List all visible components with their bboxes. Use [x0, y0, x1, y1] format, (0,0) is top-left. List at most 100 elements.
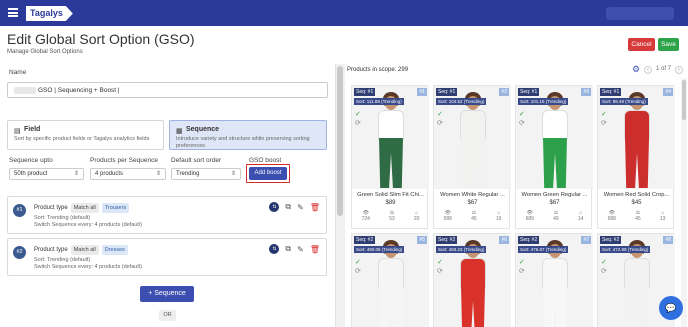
product-image: Seq: #2 #7 Sort: 476.87 (Trending) ✓ ⟳ — [516, 234, 593, 327]
views-count: 588 — [443, 216, 452, 222]
products-in-scope: Products in scope: 299 — [347, 67, 409, 73]
edit-icon[interactable]: ✎ — [297, 245, 304, 254]
user-menu[interactable] — [606, 7, 674, 20]
product-card[interactable]: Seq: #2 #6 Sort: 483.23 (Trending) ✓ ⟳ — [433, 233, 511, 327]
chat-icon[interactable]: 💬 — [659, 296, 683, 320]
name-input[interactable]: GSO | Sequencing + Boost | — [7, 82, 328, 98]
product-stats: 👁 689 ⚖ 49 ⌂ 14 — [516, 210, 593, 222]
copy-icon[interactable]: ⧉ — [285, 244, 291, 254]
sequence-upto-select[interactable]: 50th product ⇕ — [9, 168, 84, 180]
rotate-icon[interactable]: ⟳ — [601, 267, 607, 275]
next-page-button[interactable]: › — [675, 66, 684, 74]
model-bottom — [461, 138, 485, 188]
sequence-tag: Seq: #2 — [600, 236, 622, 244]
match-chip[interactable]: Match all — [70, 245, 99, 255]
type-card-description: Sort by specific product fields or Tagal… — [14, 136, 150, 142]
product-image: Seq: #2 #6 Sort: 483.23 (Trending) ✓ ⟳ — [434, 234, 511, 327]
position-tag: #1 — [417, 88, 427, 96]
save-button[interactable]: Save — [658, 38, 679, 51]
sequence-upto-label: Sequence upto — [9, 157, 53, 164]
add-sequence-button[interactable]: + Sequence — [140, 286, 194, 302]
copy-icon[interactable]: ⧉ — [285, 202, 291, 212]
model-bottom — [625, 138, 649, 188]
product-name: Women Red Solid Crop... — [603, 192, 670, 198]
type-card-field[interactable]: ▤ Field Sort by specific product fields … — [7, 120, 164, 150]
product-name: Green Solid Slim Fit Chi... — [357, 192, 424, 198]
products-per-sequence-select[interactable]: 4 products ⇕ — [90, 168, 166, 180]
chevron-updown-icon: ⇕ — [155, 171, 161, 177]
default-sort-select[interactable]: Trending ⇕ — [171, 168, 241, 180]
type-card-title: Sequence — [186, 126, 220, 133]
hamburger-icon[interactable] — [8, 8, 18, 17]
name-value: GSO | Sequencing + Boost | — [38, 87, 120, 94]
views-stat: 👁 688 — [608, 210, 616, 222]
sort-score-tag: Sort: 483.23 (Trending) — [436, 246, 487, 253]
rotate-icon[interactable]: ⟳ — [601, 119, 607, 127]
position-tag: #3 — [581, 88, 591, 96]
product-card[interactable]: Seq: #1 #3 Sort: 101.15 (Trending) ✓ ⟳ Women … — [515, 85, 593, 229]
model-top — [542, 258, 568, 288]
add-boost-button[interactable]: Add boost — [249, 167, 287, 180]
product-card[interactable]: Seq: #2 #7 Sort: 476.87 (Trending) ✓ ⟳ — [515, 233, 593, 327]
sequence-details: Sort: Trending (default) Switch Sequence… — [34, 215, 142, 229]
value-chip[interactable]: Trousers — [101, 203, 130, 213]
edit-icon[interactable]: ✎ — [297, 203, 304, 212]
name-label: Name — [9, 69, 27, 76]
right-scrollbar-thumb[interactable] — [682, 80, 686, 120]
model-top — [460, 110, 486, 140]
sequence-sort: Sort: Trending (default) — [34, 215, 91, 221]
prev-page-button[interactable]: ‹ — [644, 66, 652, 74]
delete-icon[interactable]: 🗑 — [310, 203, 320, 212]
rotate-icon[interactable]: ⟳ — [355, 119, 361, 127]
cancel-button[interactable]: Cancel — [628, 38, 655, 51]
type-card-sequence[interactable]: ▦ Sequence Introduce variety and structu… — [169, 120, 327, 150]
rotate-icon[interactable]: ⟳ — [519, 119, 525, 127]
sequence-tag: Seq: #2 — [354, 236, 376, 244]
product-card[interactable]: Seq: #1 #2 Sort: 104.52 (Trending) ✓ ⟳ Women … — [433, 85, 511, 229]
left-scrollbar[interactable] — [337, 66, 343, 216]
product-card[interactable]: Seq: #1 #1 Sort: 111.89 (Trending) ✓ ⟳ Green … — [351, 85, 429, 229]
check-icon: ✓ — [519, 259, 525, 266]
product-image: Seq: #1 #4 Sort: 98.49 (Trending) ✓ ⟳ — [598, 86, 675, 189]
tagalys-logo[interactable]: Tagalys — [26, 6, 73, 21]
sort-score-tag: Sort: 101.15 (Trending) — [518, 98, 569, 105]
carts-stat: ⚖ 53 — [389, 210, 395, 222]
check-icon: ✓ — [601, 111, 607, 118]
sort-icon[interactable]: ⇅ — [269, 244, 280, 254]
orders-count: 19 — [495, 216, 502, 222]
sort-score-tag: Sort: 111.89 (Trending) — [354, 98, 404, 105]
position-tag: #7 — [581, 236, 591, 244]
sequence-tag: Seq: #2 — [518, 236, 540, 244]
views-count: 689 — [525, 216, 534, 222]
type-card-description: Introduce variety and structure while pr… — [176, 136, 310, 149]
sequence-card: #1 Product type Match all Trousers Sort:… — [7, 196, 327, 234]
rotate-icon[interactable]: ⟳ — [355, 267, 361, 275]
product-price: $67 — [549, 200, 560, 206]
product-image: Seq: #1 #1 Sort: 111.89 (Trending) ✓ ⟳ — [352, 86, 429, 189]
views-stat: 👁 689 — [526, 210, 534, 222]
sequence-actions: ⇅ ⧉ ✎ 🗑 — [269, 202, 320, 212]
product-card[interactable]: Seq: #2 #5 Sort: 490.06 (Trending) ✓ ⟳ — [351, 233, 429, 327]
product-stats: 👁 588 ⚖ 45 ⌂ 19 — [434, 210, 511, 222]
field-icon: ▤ — [14, 128, 21, 135]
redacted-text — [14, 87, 36, 94]
product-card[interactable]: Seq: #1 #4 Sort: 98.49 (Trending) ✓ ⟳ Women R… — [597, 85, 675, 229]
value-chip[interactable]: Dresses — [101, 245, 128, 255]
sort-score-tag: Sort: 490.06 (Trending) — [354, 246, 405, 253]
carts-count: 49 — [553, 216, 559, 222]
sequence-switch: Switch Sequence every: 4 products (defau… — [34, 222, 142, 228]
rule-field-label: Product type — [34, 247, 68, 253]
rotate-icon[interactable]: ⟳ — [437, 267, 443, 275]
orders-stat: ⌂ 13 — [660, 210, 666, 222]
sort-score-tag: Sort: 104.52 (Trending) — [436, 98, 487, 105]
delete-icon[interactable]: 🗑 — [310, 245, 320, 254]
match-chip[interactable]: Match all — [70, 203, 99, 213]
rotate-icon[interactable]: ⟳ — [519, 267, 525, 275]
page-indicator: 1 of 7 — [656, 66, 672, 72]
position-tag: #6 — [499, 236, 509, 244]
sort-icon[interactable]: ⇅ — [269, 202, 280, 212]
rotate-icon[interactable]: ⟳ — [437, 119, 443, 127]
gear-icon[interactable]: ⚙ — [632, 64, 640, 75]
products-per-sequence-value: 4 products — [95, 171, 124, 177]
sort-score-tag: Sort: 98.49 (Trending) — [600, 98, 648, 105]
